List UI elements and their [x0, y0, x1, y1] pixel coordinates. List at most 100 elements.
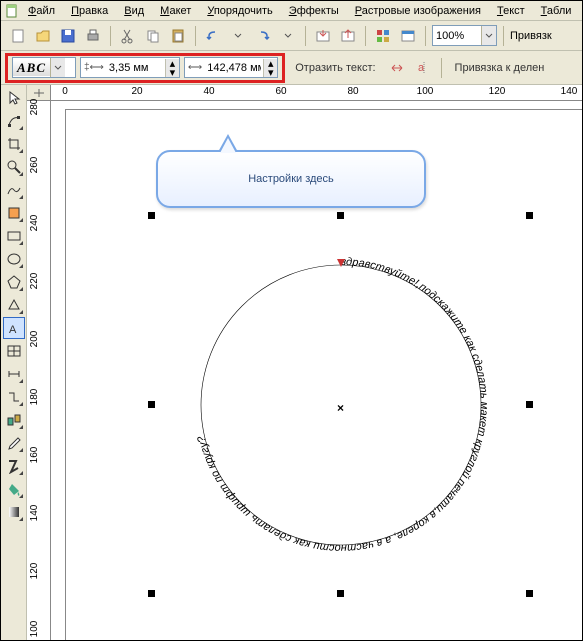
- zoom-tool[interactable]: [3, 156, 25, 178]
- selection-handle-se[interactable]: [526, 590, 533, 597]
- menubar: Файл Правка Вид Макет Упорядочить Эффект…: [1, 1, 582, 21]
- menu-text[interactable]: Текст: [490, 3, 532, 19]
- vruler-tick: 220: [29, 273, 40, 290]
- snap-label: Привязк: [510, 30, 552, 42]
- separator: [110, 26, 111, 46]
- spinner-arrows[interactable]: ▴▾: [263, 59, 277, 77]
- separator: [503, 26, 504, 46]
- polygon-tool[interactable]: [3, 271, 25, 293]
- selection-handle-ne[interactable]: [526, 212, 533, 219]
- fill-tool[interactable]: [3, 478, 25, 500]
- zoom-dropdown-icon[interactable]: [481, 26, 496, 45]
- vruler-tick: 160: [29, 447, 40, 464]
- selection-handle-sw[interactable]: [148, 590, 155, 597]
- hruler-tick: 120: [489, 86, 506, 97]
- vruler-tick: 280: [29, 99, 40, 116]
- shape-tool[interactable]: [3, 110, 25, 132]
- hruler-tick: 40: [203, 86, 214, 97]
- selection-handle-s[interactable]: [337, 590, 344, 597]
- copy-button[interactable]: [142, 25, 164, 47]
- print-button[interactable]: [82, 25, 104, 47]
- dimension-tool[interactable]: [3, 363, 25, 385]
- menu-effects[interactable]: Эффекты: [282, 3, 346, 19]
- hruler-tick: 80: [347, 86, 358, 97]
- path-offset-input[interactable]: [205, 62, 263, 74]
- smart-fill-tool[interactable]: [3, 202, 25, 224]
- selection-handle-w[interactable]: [148, 401, 155, 408]
- separator: [441, 58, 442, 78]
- rectangle-tool[interactable]: [3, 225, 25, 247]
- separator: [305, 26, 306, 46]
- menu-bitmaps[interactable]: Растровые изображения: [348, 3, 488, 19]
- hruler-tick: 60: [275, 86, 286, 97]
- highlight-settings-box: ABC ‡⟷ ▴▾ ⟷ ▴▾: [5, 53, 285, 83]
- zoom-combo[interactable]: [432, 25, 497, 46]
- freehand-tool[interactable]: [3, 179, 25, 201]
- mirror-vertical-button[interactable]: a: [412, 57, 434, 79]
- path-offset-icon: ⟷: [185, 62, 205, 73]
- outline-tool[interactable]: [3, 455, 25, 477]
- separator: [425, 26, 426, 46]
- selection-handle-nw[interactable]: [148, 212, 155, 219]
- vruler-tick: 260: [29, 157, 40, 174]
- hruler-tick: 140: [561, 86, 578, 97]
- selection-handle-e[interactable]: [526, 401, 533, 408]
- work-area: A 020406080100120140 2802602402202001801…: [1, 85, 582, 640]
- vruler-tick: 120: [29, 563, 40, 580]
- welcome-button[interactable]: [397, 25, 419, 47]
- basic-shapes-tool[interactable]: [3, 294, 25, 316]
- selection-center-marker: ×: [337, 401, 344, 415]
- path-offset-spinner[interactable]: ⟷ ▴▾: [184, 57, 278, 78]
- abc-preset-icon: ABC: [13, 60, 50, 76]
- menu-table[interactable]: Табли: [534, 3, 579, 19]
- undo-dropdown[interactable]: [227, 25, 249, 47]
- zoom-input[interactable]: [433, 30, 481, 42]
- vruler-tick: 100: [29, 621, 40, 638]
- menu-arrange[interactable]: Упорядочить: [200, 3, 279, 19]
- menu-file[interactable]: Файл: [21, 3, 62, 19]
- menu-layout[interactable]: Макет: [153, 3, 198, 19]
- table-tool[interactable]: [3, 340, 25, 362]
- import-button[interactable]: [312, 25, 334, 47]
- undo-button[interactable]: [202, 25, 224, 47]
- svg-text:A: A: [9, 324, 17, 336]
- crop-tool[interactable]: [3, 133, 25, 155]
- vertical-ruler[interactable]: 280260240220200180160140120100: [27, 101, 51, 640]
- eyedropper-tool[interactable]: [3, 432, 25, 454]
- save-button[interactable]: [57, 25, 79, 47]
- app-launcher-button[interactable]: [372, 25, 394, 47]
- char-offset-input[interactable]: [107, 62, 165, 74]
- separator: [365, 26, 366, 46]
- canvas[interactable]: 020406080100120140 280260240220200180160…: [27, 85, 582, 640]
- annotation-callout: Настройки здесь: [156, 150, 426, 208]
- redo-button[interactable]: [252, 25, 274, 47]
- property-bar: ABC ‡⟷ ▴▾ ⟷ ▴▾ Отразить текст: a Привязк…: [1, 51, 582, 85]
- hruler-tick: 0: [62, 86, 68, 97]
- new-button[interactable]: [7, 25, 29, 47]
- horizontal-ruler[interactable]: 020406080100120140: [51, 85, 582, 101]
- pick-tool[interactable]: [3, 87, 25, 109]
- redo-dropdown[interactable]: [277, 25, 299, 47]
- snap-label-2: Привязка к делен: [449, 62, 551, 74]
- interactive-blend-tool[interactable]: [3, 409, 25, 431]
- vruler-tick: 240: [29, 215, 40, 232]
- text-path-preset-combo[interactable]: ABC: [12, 57, 76, 78]
- mirror-horizontal-button[interactable]: [386, 57, 408, 79]
- hruler-tick: 20: [131, 86, 142, 97]
- text-tool[interactable]: A: [3, 317, 25, 339]
- selection-handle-n[interactable]: [337, 212, 344, 219]
- preset-dropdown-icon[interactable]: [50, 58, 65, 77]
- ellipse-tool[interactable]: [3, 248, 25, 270]
- spinner-arrows[interactable]: ▴▾: [165, 59, 179, 77]
- export-button[interactable]: [337, 25, 359, 47]
- page[interactable]: Настройки здесь здравствуйте!,подскажите…: [65, 109, 582, 640]
- menu-edit[interactable]: Правка: [64, 3, 115, 19]
- paste-button[interactable]: [167, 25, 189, 47]
- char-offset-spinner[interactable]: ‡⟷ ▴▾: [80, 57, 180, 78]
- interactive-fill-tool[interactable]: [3, 501, 25, 523]
- open-button[interactable]: [32, 25, 54, 47]
- vruler-tick: 140: [29, 505, 40, 522]
- cut-button[interactable]: [117, 25, 139, 47]
- connector-tool[interactable]: [3, 386, 25, 408]
- menu-view[interactable]: Вид: [117, 3, 151, 19]
